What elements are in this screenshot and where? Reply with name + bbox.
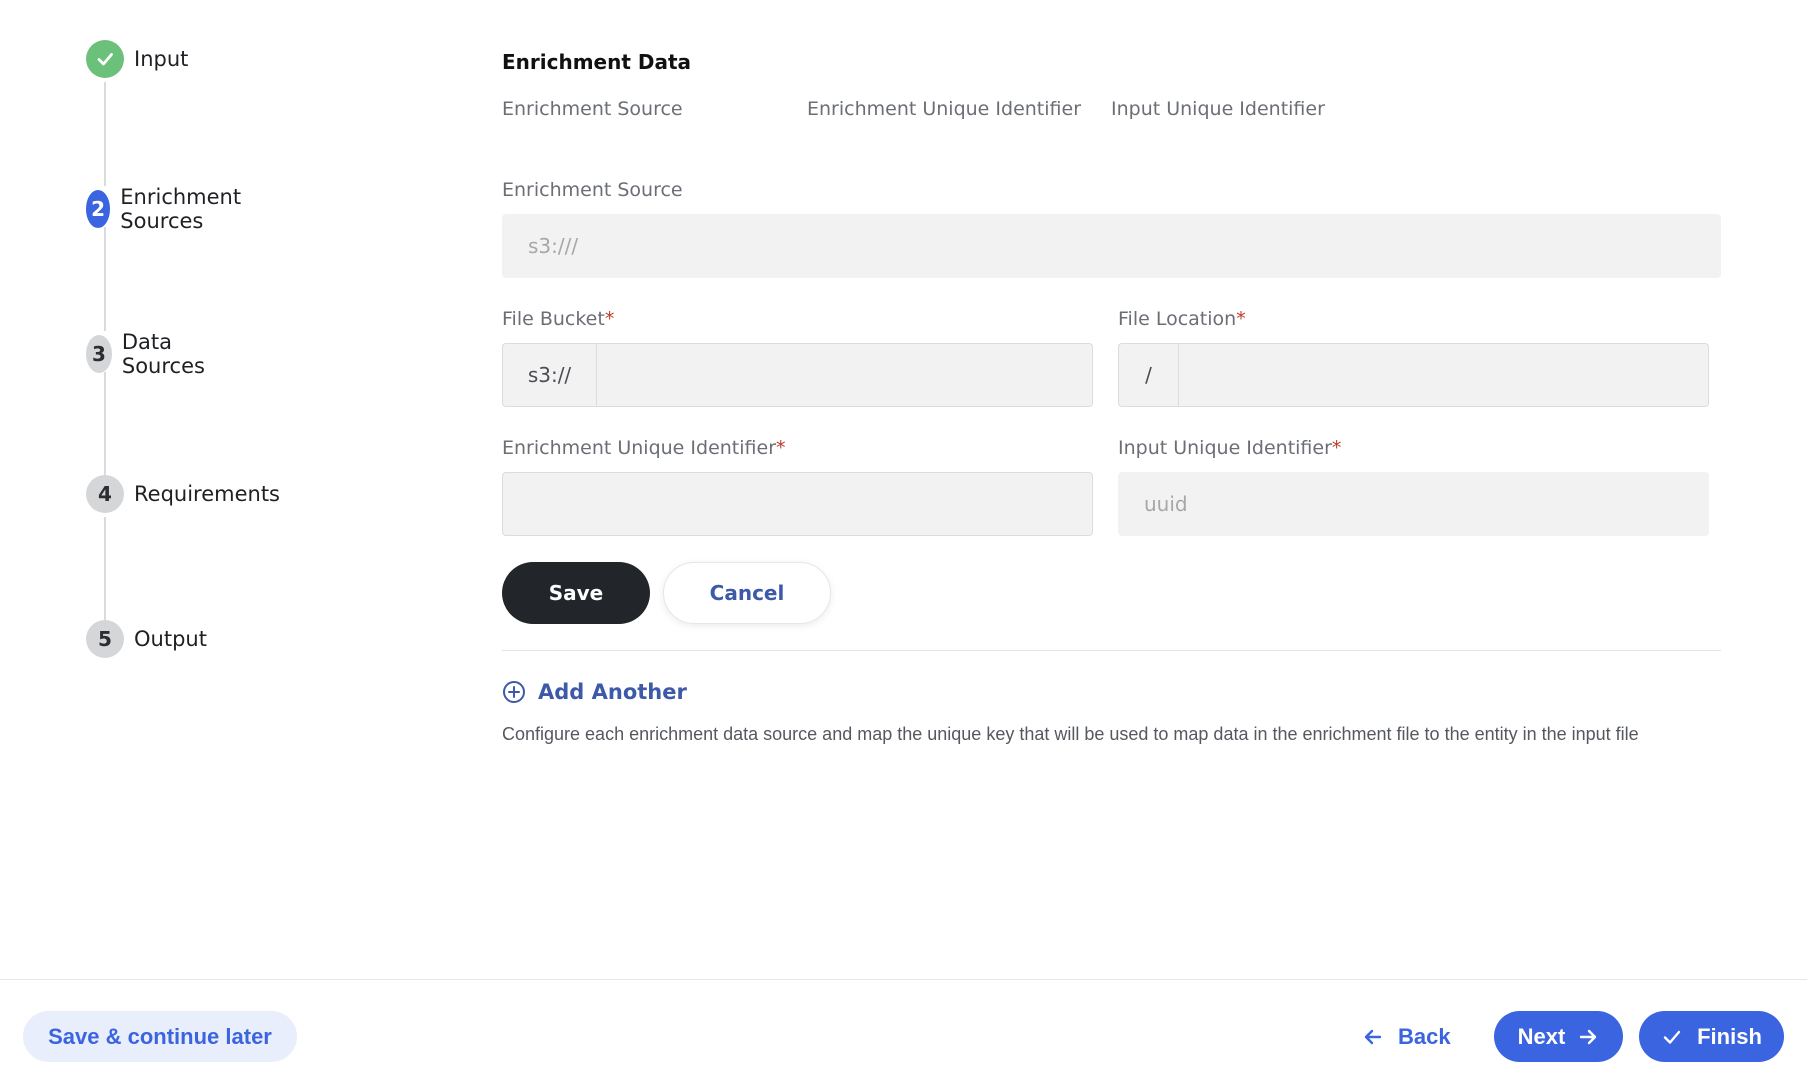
step-completed-indicator (86, 40, 124, 78)
step-label: Enrichment Sources (120, 185, 242, 233)
required-mark: * (604, 308, 615, 330)
input-uid-input[interactable]: uuid (1118, 472, 1709, 536)
column-header-enrichment-source: Enrichment Source (502, 98, 683, 120)
input-placeholder: uuid (1144, 492, 1188, 516)
required-mark: * (1236, 308, 1246, 330)
step-connector (104, 517, 106, 621)
enrichment-source-label: Enrichment Source (502, 179, 683, 201)
finish-button[interactable]: Finish (1639, 1011, 1784, 1062)
step-number: 5 (86, 620, 124, 658)
save-continue-later-button[interactable]: Save & continue later (23, 1011, 297, 1062)
divider (502, 650, 1721, 651)
required-mark: * (1331, 437, 1342, 459)
helper-text: Configure each enrichment data source an… (502, 724, 1639, 744)
enrichment-uid-label: Enrichment Unique Identifier* (502, 437, 786, 459)
next-label: Next (1517, 1023, 1566, 1049)
footer-divider (0, 979, 1807, 980)
step-number: 3 (86, 335, 112, 373)
step-number: 2 (86, 190, 111, 228)
arrow-left-icon (1364, 1029, 1382, 1044)
step-label: Data Sources (121, 330, 205, 378)
next-button[interactable]: Next (1494, 1011, 1623, 1062)
step-data-sources[interactable]: 3 Data Sources (86, 330, 217, 378)
step-number: 4 (86, 475, 124, 513)
input-placeholder: s3:/// (528, 234, 579, 258)
back-button[interactable]: Back (1362, 1011, 1451, 1062)
file-bucket-prefix: s3:// (503, 344, 597, 406)
check-icon (97, 53, 113, 66)
file-bucket-input[interactable]: s3:// (502, 343, 1093, 407)
add-another-button[interactable]: Add Another (502, 680, 687, 704)
enrichment-uid-input[interactable] (502, 472, 1093, 536)
field-label-text: Enrichment Source (502, 179, 683, 201)
check-icon (1663, 1030, 1681, 1044)
file-bucket-label: File Bucket* (502, 308, 614, 330)
input-uid-label: Input Unique Identifier* (1118, 437, 1341, 459)
file-location-input[interactable]: / (1118, 343, 1709, 407)
step-requirements[interactable]: 4 Requirements (86, 475, 280, 513)
step-label: Requirements (134, 482, 280, 506)
column-header-enrichment-uid: Enrichment Unique Identifier (807, 98, 1082, 120)
step-output[interactable]: 5 Output (86, 620, 207, 658)
step-label: Input (134, 47, 189, 71)
plus-circle-icon (503, 681, 525, 703)
step-connector (104, 227, 106, 331)
cancel-button[interactable]: Cancel (663, 562, 831, 624)
step-connector (104, 372, 106, 476)
field-label-text: Input Unique Identifier (1118, 437, 1332, 459)
finish-label: Finish (1697, 1023, 1762, 1049)
step-connector (104, 82, 106, 186)
column-header-input-uid: Input Unique Identifier (1111, 98, 1325, 120)
file-location-prefix: / (1119, 344, 1179, 406)
step-label: Output (134, 627, 207, 651)
field-label-text: Enrichment Unique Identifier (502, 437, 777, 459)
arrow-right-icon (1580, 1029, 1597, 1044)
section-title: Enrichment Data (502, 50, 692, 74)
back-label: Back (1398, 1023, 1451, 1049)
step-input[interactable]: Input (86, 40, 188, 78)
required-mark: * (776, 437, 786, 459)
field-label-text: File Location (1118, 308, 1237, 330)
add-another-label: Add Another (538, 680, 687, 704)
save-button[interactable]: Save (502, 562, 650, 624)
field-label-text: File Bucket (502, 308, 605, 330)
file-location-label: File Location* (1118, 308, 1246, 330)
enrichment-source-input[interactable]: s3:/// (502, 214, 1721, 278)
step-enrichment-sources[interactable]: 2 Enrichment Sources (86, 185, 255, 233)
